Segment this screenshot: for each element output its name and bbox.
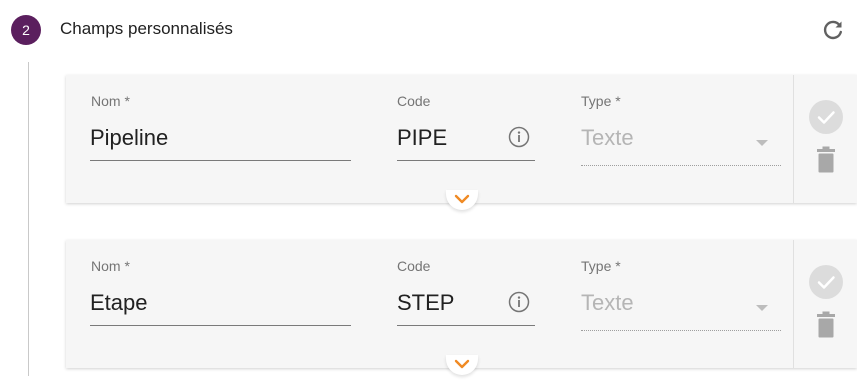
validate-button[interactable] [809, 265, 843, 299]
chevron-down-icon [454, 194, 470, 204]
code-input-underline [397, 325, 535, 326]
delete-button[interactable] [814, 145, 838, 175]
validate-button[interactable] [809, 100, 843, 134]
type-select[interactable]: Texte [581, 290, 634, 316]
custom-field-card: Nom * Pipeline Code PIPE Type * Texte [66, 75, 857, 210]
info-icon[interactable] [508, 126, 530, 148]
code-input-underline [397, 160, 535, 161]
trash-icon [817, 146, 835, 173]
name-input[interactable]: Pipeline [90, 125, 168, 151]
code-label: Code [397, 93, 431, 109]
row-actions [793, 75, 857, 203]
name-input[interactable]: Etape [90, 290, 148, 316]
expand-button[interactable] [446, 190, 478, 210]
refresh-icon [823, 20, 842, 40]
info-icon[interactable] [508, 291, 530, 313]
name-label: Nom * [91, 93, 130, 109]
expand-button[interactable] [446, 355, 478, 375]
caret-down-icon [756, 140, 768, 146]
delete-button[interactable] [814, 310, 838, 340]
type-label: Type * [581, 258, 621, 274]
type-label: Type * [581, 93, 621, 109]
code-input[interactable]: PIPE [397, 125, 447, 151]
section-header: 2 Champs personnalisés [0, 0, 857, 60]
type-select-underline [581, 330, 781, 331]
step-badge: 2 [11, 15, 41, 45]
type-select-underline [581, 165, 781, 166]
name-input-underline [90, 325, 351, 326]
trash-icon [817, 311, 835, 338]
code-input[interactable]: STEP [397, 290, 454, 316]
step-connector-line [28, 62, 29, 376]
refresh-button[interactable] [817, 14, 849, 46]
name-label: Nom * [91, 258, 130, 274]
caret-down-icon [756, 305, 768, 311]
section-title: Champs personnalisés [60, 19, 233, 38]
chevron-down-icon [454, 359, 470, 369]
custom-field-card: Nom * Etape Code STEP Type * Texte [66, 240, 857, 375]
type-select[interactable]: Texte [581, 125, 634, 151]
code-label: Code [397, 258, 431, 274]
check-icon [817, 276, 835, 289]
row-actions [793, 240, 857, 368]
name-input-underline [90, 160, 351, 161]
check-icon [817, 111, 835, 124]
